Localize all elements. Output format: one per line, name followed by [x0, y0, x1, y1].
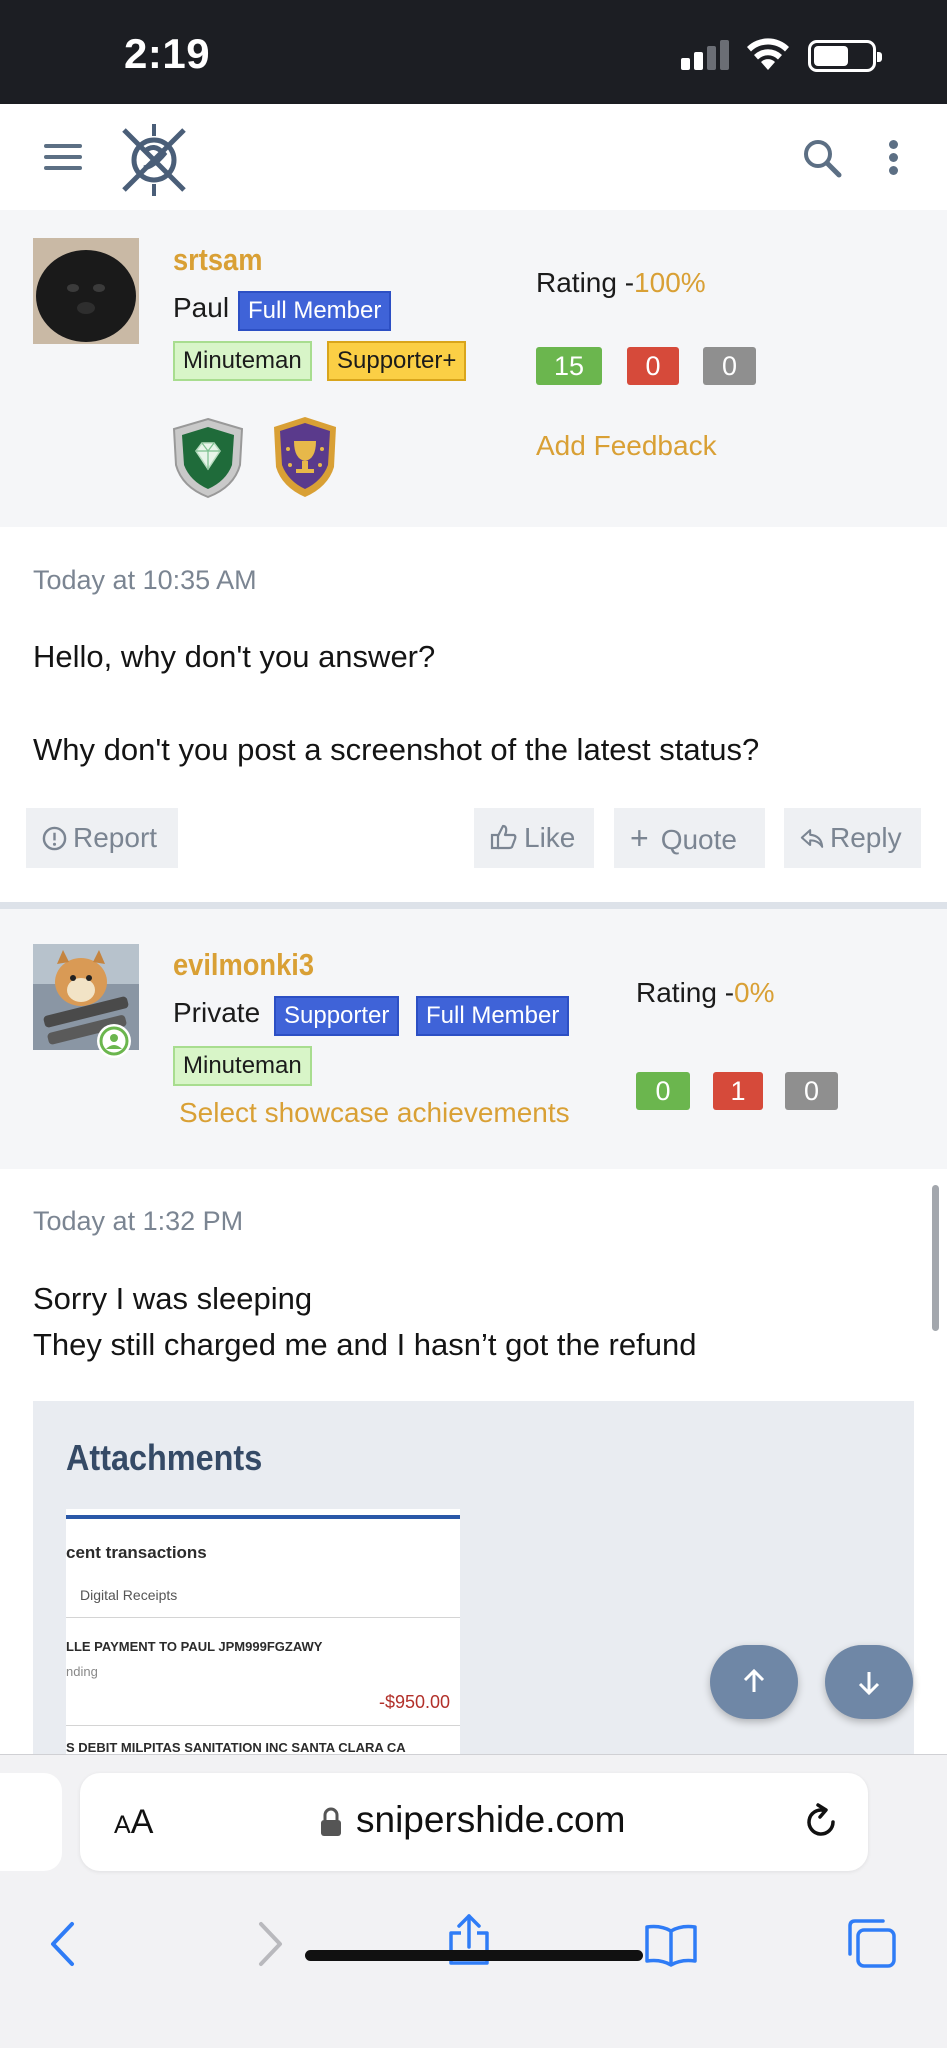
- report-label: Report: [73, 822, 158, 853]
- badge-minuteman: Minuteman: [173, 341, 312, 381]
- add-feedback-link[interactable]: Add Feedback: [536, 430, 717, 462]
- text-size-button[interactable]: AA: [114, 1803, 153, 1842]
- address-bar[interactable]: AA snipershide.com: [80, 1773, 868, 1871]
- wifi-icon: [747, 38, 789, 70]
- thumbs-up-icon: [490, 824, 517, 850]
- select-showcase-achievements-link[interactable]: Select showcase achievements: [179, 1097, 570, 1129]
- reply-arrow-icon: [800, 829, 824, 848]
- page-scrollbar[interactable]: [932, 1185, 939, 1331]
- scroll-to-bottom-button[interactable]: [825, 1645, 913, 1719]
- member-card-srtsam: srtsam Paul Full Member Minuteman Suppor…: [0, 210, 947, 527]
- rating-prefix: Rating -: [636, 977, 735, 1008]
- cup-shield-trophy-icon[interactable]: [270, 415, 340, 499]
- online-status-icon: [97, 1024, 131, 1058]
- badge-supporter: Supporter: [274, 996, 400, 1036]
- username[interactable]: evilmonki3: [173, 947, 314, 983]
- like-button[interactable]: Like: [474, 808, 594, 868]
- feedback-positive-count[interactable]: 0: [636, 1072, 690, 1110]
- lock-icon: [321, 1807, 341, 1836]
- status-bar: 2:19: [0, 0, 947, 104]
- post-divider: [0, 902, 947, 909]
- attachment-transaction-line: S DEBIT MILPITAS SANITATION INC SANTA CL…: [66, 1740, 406, 1755]
- search-icon[interactable]: [802, 138, 842, 178]
- quote-label: Quote: [660, 824, 737, 855]
- rating-label: Rating -0%: [636, 977, 775, 1009]
- post-body-line: They still charged me and I hasn’t got t…: [33, 1327, 697, 1362]
- scroll-to-top-button[interactable]: [710, 1645, 798, 1719]
- feedback-neutral-count[interactable]: 0: [703, 347, 756, 385]
- bookmarks-icon[interactable]: [643, 1923, 699, 1967]
- attachment-transaction-line: LLE PAYMENT TO PAUL JPM999FGZAWY: [66, 1639, 323, 1654]
- badge-full-member: Full Member: [238, 291, 392, 331]
- url-text[interactable]: snipershide.com: [356, 1799, 625, 1841]
- more-vertical-icon[interactable]: [882, 138, 906, 178]
- attachment-status: nding: [66, 1664, 98, 1679]
- cellular-signal-icon: [681, 38, 731, 70]
- post-timestamp[interactable]: Today at 10:35 AM: [33, 565, 257, 596]
- rating-percent: 100%: [634, 267, 706, 298]
- rating-label: Rating -100%: [536, 267, 706, 299]
- text-size-small-a: A: [114, 1811, 131, 1839]
- reply-label: Reply: [830, 822, 902, 853]
- reply-button[interactable]: Reply: [784, 808, 921, 868]
- feedback-neutral-count[interactable]: 0: [785, 1072, 838, 1110]
- member-card-evilmonki3: evilmonki3 Private Supporter Full Member…: [0, 909, 947, 1169]
- reload-icon[interactable]: [800, 1801, 842, 1843]
- post-body-line: Hello, why don't you answer?: [33, 639, 436, 674]
- real-name: Private: [173, 997, 261, 1028]
- avatar[interactable]: [33, 238, 139, 344]
- tabs-icon[interactable]: [845, 1917, 897, 1969]
- report-button[interactable]: Report: [26, 808, 178, 868]
- badge-minuteman: Minuteman: [173, 1046, 312, 1086]
- text-size-large-a: A: [130, 1803, 154, 1841]
- feedback-positive-count[interactable]: 15: [536, 347, 602, 385]
- back-icon[interactable]: [48, 1921, 78, 1967]
- arrow-down-icon: [858, 1672, 880, 1695]
- snipershide-logo-icon[interactable]: [116, 122, 192, 198]
- site-header: [0, 104, 947, 210]
- attachment-thumbnail[interactable]: cent transactions Digital Receipts LLE P…: [66, 1509, 460, 1769]
- battery-icon: [808, 40, 882, 72]
- username[interactable]: srtsam: [173, 242, 262, 278]
- quote-button[interactable]: + Quote: [614, 808, 765, 868]
- attachment-receipts: Digital Receipts: [80, 1587, 178, 1603]
- hamburger-menu-icon[interactable]: [44, 142, 84, 172]
- status-time: 2:19: [124, 30, 211, 77]
- badge-full-member: Full Member: [416, 996, 570, 1036]
- badge-supporter-plus: Supporter+: [327, 341, 467, 381]
- browser-toolbar: AA snipershide.com: [0, 1754, 947, 2048]
- exclamation-circle-icon: [42, 826, 67, 851]
- feedback-negative-count[interactable]: 1: [713, 1072, 763, 1110]
- forward-icon[interactable]: [255, 1921, 285, 1967]
- attachments-title: Attachments: [66, 1437, 263, 1478]
- post-body-line: Sorry I was sleeping: [33, 1281, 313, 1316]
- previous-tab-preview[interactable]: [0, 1773, 62, 1871]
- like-label: Like: [524, 822, 576, 853]
- attachment-heading: cent transactions: [66, 1543, 207, 1562]
- post-timestamp[interactable]: Today at 1:32 PM: [33, 1206, 243, 1237]
- plus-icon: +: [630, 820, 649, 856]
- rating-prefix: Rating -: [536, 267, 635, 298]
- post-body-line: Why don't you post a screenshot of the l…: [33, 732, 760, 767]
- home-indicator: [305, 1950, 643, 1961]
- diamond-shield-trophy-icon[interactable]: [168, 415, 248, 499]
- rating-percent: 0%: [734, 977, 775, 1008]
- arrow-up-icon: [743, 1669, 765, 1692]
- feedback-negative-count[interactable]: 0: [627, 347, 679, 385]
- attachment-amount: -$950.00: [379, 1692, 451, 1712]
- real-name: Paul: [173, 292, 230, 323]
